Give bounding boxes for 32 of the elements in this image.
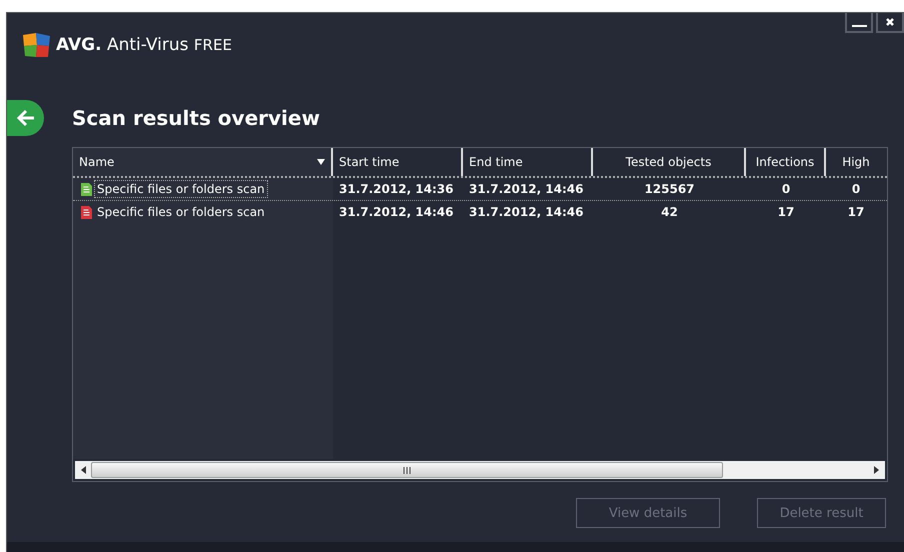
table-cell: 31.7.2012, 14:46 — [469, 205, 584, 219]
app-title: AVG. Anti-Virus FREE — [56, 35, 232, 55]
table-row[interactable]: Specific files or folders scan 31.7.2012, 14:46 31.7.2012, 14:46 42 17 17 — [73, 201, 887, 223]
table-cell: 17 — [848, 205, 864, 219]
logo-icon — [22, 31, 52, 59]
table-cell: 42 — [661, 205, 678, 219]
minimize-button[interactable] — [845, 13, 873, 33]
scroll-right-icon[interactable] — [873, 466, 879, 474]
scrollbar-thumb[interactable] — [91, 462, 723, 478]
column-header[interactable]: End time — [463, 148, 593, 176]
table-cell: Specific files or folders scan — [94, 180, 268, 198]
column-header[interactable]: Name — [73, 148, 333, 176]
column-header[interactable]: High — [826, 148, 886, 176]
back-arrow-icon — [16, 109, 36, 127]
close-icon — [885, 17, 895, 27]
column-header[interactable]: Tested objects — [593, 148, 746, 176]
table-cell: 17 — [778, 205, 794, 219]
scroll-left-icon[interactable] — [81, 466, 87, 474]
column-header[interactable]: Infections — [746, 148, 826, 176]
back-button[interactable] — [7, 100, 44, 136]
table-cell-text: Specific files or folders scan — [96, 204, 266, 221]
column-header[interactable]: Start time — [333, 148, 463, 176]
table-cell: 31.7.2012, 14:36 — [339, 182, 454, 196]
table-cell: 0 — [852, 182, 860, 196]
close-button[interactable] — [876, 13, 904, 33]
table-cell: 125567 — [644, 182, 695, 196]
table-row[interactable]: Specific files or folders scan 31.7.2012, 14:36 31.7.2012, 14:46 125567 0 0 — [73, 178, 887, 201]
table-cell: 0 — [782, 182, 790, 196]
horizontal-scrollbar[interactable] — [75, 461, 885, 479]
page-title: Scan results overview — [72, 106, 320, 130]
table-cell: 31.7.2012, 14:46 — [339, 205, 454, 219]
table-cell: 31.7.2012, 14:46 — [469, 182, 584, 196]
